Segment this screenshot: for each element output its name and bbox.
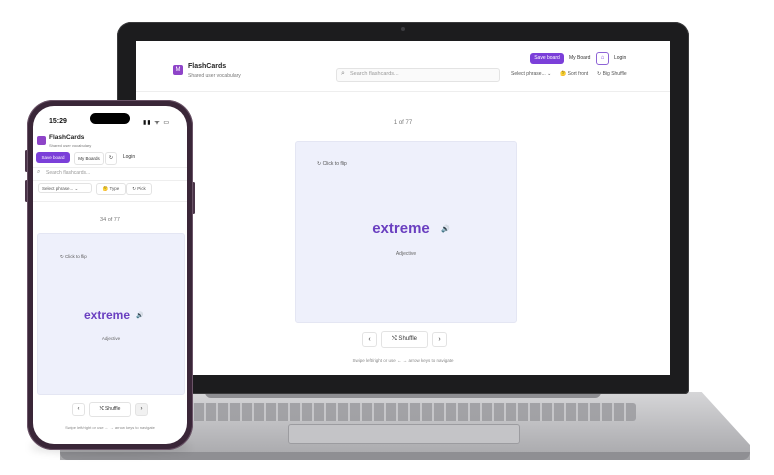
part-of-speech: Adjective [101,336,121,341]
type-button[interactable]: 🤔 Type [96,183,126,195]
speaker-icon[interactable]: 🔊 [441,225,450,233]
app-logo-icon [37,136,46,145]
shuffle-button[interactable]: ⤭ Shuffle [381,331,428,348]
laptop-trackpad [288,424,520,444]
shuffle-button[interactable]: ⤭ Shuffle [89,402,131,417]
speaker-icon[interactable]: 🔊 [136,312,143,319]
save-board-button[interactable]: Save board [530,53,564,64]
card-counter: 34 of 77 [100,217,120,223]
search-icon: ⌕ [341,70,345,77]
sort-front-button[interactable]: 🤔 Sort front [560,71,588,77]
flashcard[interactable]: ↻ Click to flip extreme 🔊 Adjective [37,233,185,395]
navigation-hint: Swipe left/right or use ← → arrow keys t… [352,358,454,363]
card-counter: 1 of 77 [393,120,413,126]
status-icons: ▮▮ ᯤ ▭ [143,120,171,126]
flip-hint: ↻ Click to flip [317,161,347,167]
my-boards-button[interactable]: My Boards [74,152,104,165]
login-button[interactable]: Login [118,152,140,163]
my-board-link[interactable]: My Board [569,55,590,61]
laptop-lid: M FlashCards Shared user vocabulary ⌕ Se… [117,22,689,394]
prev-button[interactable]: ‹ [362,332,377,347]
desktop-header: M FlashCards Shared user vocabulary ⌕ Se… [136,41,670,92]
phone-body: 15:29 ▮▮ ᯤ ▭ FlashCards Shared user voca… [27,100,193,450]
status-time: 15:29 [49,118,67,125]
laptop-keyboard [170,403,636,421]
flip-hint: ↻ Click to flip [60,254,87,259]
prev-button[interactable]: ‹ [72,403,85,416]
camera-icon [401,27,405,31]
phone-screen: 15:29 ▮▮ ᯤ ▭ FlashCards Shared user voca… [33,106,187,444]
app-subtitle: Shared user vocabulary [188,73,241,79]
search-icon: ⌕ [37,169,41,175]
app-subtitle: Shared user vocabulary [49,143,92,148]
navigation-hint: Swipe left/right or use ← → arrow keys t… [65,425,155,430]
search-placeholder: Search flashcards... [350,71,399,77]
flashcard-word: extreme [372,220,430,237]
app-title: FlashCards [188,63,227,70]
save-board-button[interactable]: Save board [36,152,70,163]
divider [33,201,187,202]
flashcard[interactable]: ↻ Click to flip extreme 🔊 Adjective [295,141,517,323]
login-button[interactable]: Login [614,55,626,61]
next-button[interactable]: › [135,403,148,416]
app-logo-icon: M [173,65,183,75]
flashcard-word: extreme [83,308,131,322]
pick-button[interactable]: ↻ Pick [126,183,152,195]
part-of-speech: Adjective [395,251,417,257]
search-input[interactable]: ⌕ Search flashcards... [33,167,187,181]
big-shuffle-button[interactable]: ↻ Big Shuffle [597,71,627,77]
search-input[interactable]: ⌕ Search flashcards... [336,68,500,82]
phrase-select[interactable]: Select phrase... ⌄ [38,183,92,193]
app-title: FlashCards [49,134,85,141]
dynamic-island [90,113,130,124]
refresh-icon[interactable]: ↻ [105,152,117,165]
laptop-screen: M FlashCards Shared user vocabulary ⌕ Se… [136,41,670,375]
laptop-lip [60,452,750,460]
phrase-select[interactable]: Select phrase... ⌄ [511,71,551,77]
next-button[interactable]: › [432,332,447,347]
search-placeholder: Search flashcards... [46,170,91,176]
user-icon[interactable]: ⌂ [596,52,609,65]
